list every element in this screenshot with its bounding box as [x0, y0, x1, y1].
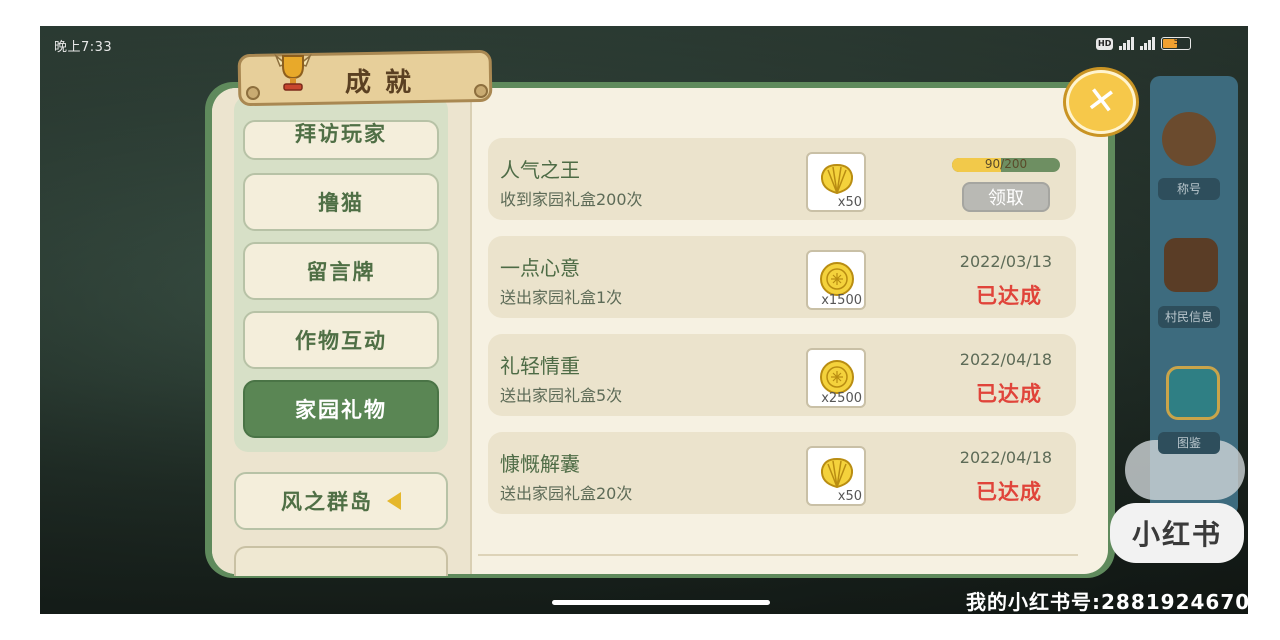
achievement-row: 慷慨解囊 送出家园礼盒20次 x50 2022/04/18 已达成	[488, 432, 1076, 514]
reward-quantity: x2500	[821, 391, 862, 406]
close-icon: ✕	[1083, 79, 1119, 124]
claim-label: 领取	[988, 188, 1024, 209]
category-label: 撸猫	[318, 191, 364, 215]
achievement-title: 慷慨解囊	[500, 452, 580, 476]
bg-label-collection: 图鉴	[1158, 432, 1220, 454]
shell-icon	[820, 457, 854, 489]
island-label: 风之群岛	[281, 490, 373, 514]
list-divider	[478, 554, 1078, 556]
achievement-desc: 送出家园礼盒5次	[500, 386, 623, 405]
bg-label-villager: 村民信息	[1158, 306, 1220, 328]
reward-quantity: x50	[837, 489, 862, 504]
collapse-arrow-icon	[387, 492, 401, 510]
achievement-desc: 收到家园礼盒200次	[500, 190, 643, 209]
achievement-desc: 送出家园礼盒1次	[500, 288, 623, 307]
category-visit-players[interactable]: 拜访玩家	[243, 120, 439, 160]
title-badge-icon	[1162, 112, 1216, 166]
achievement-row: 人气之王 收到家园礼盒200次 x50 90/200 领取	[488, 138, 1076, 220]
reward-item[interactable]: x1500	[806, 250, 866, 310]
nail-icon	[246, 86, 260, 100]
category-pet-cat[interactable]: 撸猫	[243, 173, 439, 231]
reward-quantity: x1500	[821, 293, 862, 308]
category-label: 留言牌	[306, 260, 376, 284]
category-message-board[interactable]: 留言牌	[243, 242, 439, 300]
achievement-title: 一点心意	[500, 256, 580, 280]
shell-icon	[820, 163, 854, 195]
achievement-title: 礼轻情重	[500, 354, 580, 378]
status-time: 晚上7:33	[54, 40, 113, 55]
progress-text: 90/200	[984, 158, 1028, 171]
watermark-id: 我的小红书号:2881924670	[966, 590, 1251, 614]
xiaohongshu-logo: 小红书	[1110, 503, 1244, 563]
achievement-row: 礼轻情重 送出家园礼盒5次 x2500 2022/04/18 已达成	[488, 334, 1076, 416]
achievement-status: 已达成	[976, 284, 1042, 308]
collection-icon	[1166, 366, 1220, 420]
reward-item[interactable]: x50	[806, 446, 866, 506]
category-label: 作物互动	[295, 329, 387, 353]
achievement-desc: 送出家园礼盒20次	[500, 484, 633, 503]
achievement-status: 已达成	[976, 480, 1042, 504]
category-crop-interaction[interactable]: 作物互动	[243, 311, 439, 369]
achievement-date: 2022/04/18	[959, 350, 1052, 369]
next-category-button[interactable]	[234, 546, 448, 576]
category-label: 家园礼物	[295, 398, 387, 422]
achievement-date: 2022/04/18	[959, 448, 1052, 467]
signal-icon	[1119, 37, 1135, 50]
claim-button[interactable]: 领取	[962, 182, 1050, 212]
reward-item[interactable]: x50	[806, 152, 866, 212]
home-indicator[interactable]	[552, 600, 770, 605]
bg-label-title: 称号	[1158, 178, 1220, 200]
close-button[interactable]: ✕	[1066, 70, 1136, 134]
achievement-status: 已达成	[976, 382, 1042, 406]
dialog-title: 成就	[345, 68, 426, 98]
battery-icon: 5	[1161, 37, 1192, 50]
category-label: 拜访玩家	[295, 122, 387, 146]
achievement-title: 人气之王	[500, 158, 580, 182]
hd-icon: HD	[1096, 37, 1114, 50]
achievement-date: 2022/03/13	[959, 252, 1052, 271]
reward-item[interactable]: x2500	[806, 348, 866, 408]
achievement-row: 一点心意 送出家园礼盒1次 x1500 2022/03/13 已达成	[488, 236, 1076, 318]
trophy-icon	[274, 53, 312, 91]
status-icons: HD 5	[1096, 37, 1192, 50]
island-category-button[interactable]: 风之群岛	[234, 472, 448, 530]
reward-quantity: x50	[837, 195, 862, 210]
nail-icon	[474, 84, 488, 98]
signal-icon-2	[1140, 37, 1156, 50]
villager-info-icon	[1164, 238, 1218, 292]
category-home-gift[interactable]: 家园礼物	[243, 380, 439, 438]
progress-bar: 90/200	[952, 158, 1060, 172]
